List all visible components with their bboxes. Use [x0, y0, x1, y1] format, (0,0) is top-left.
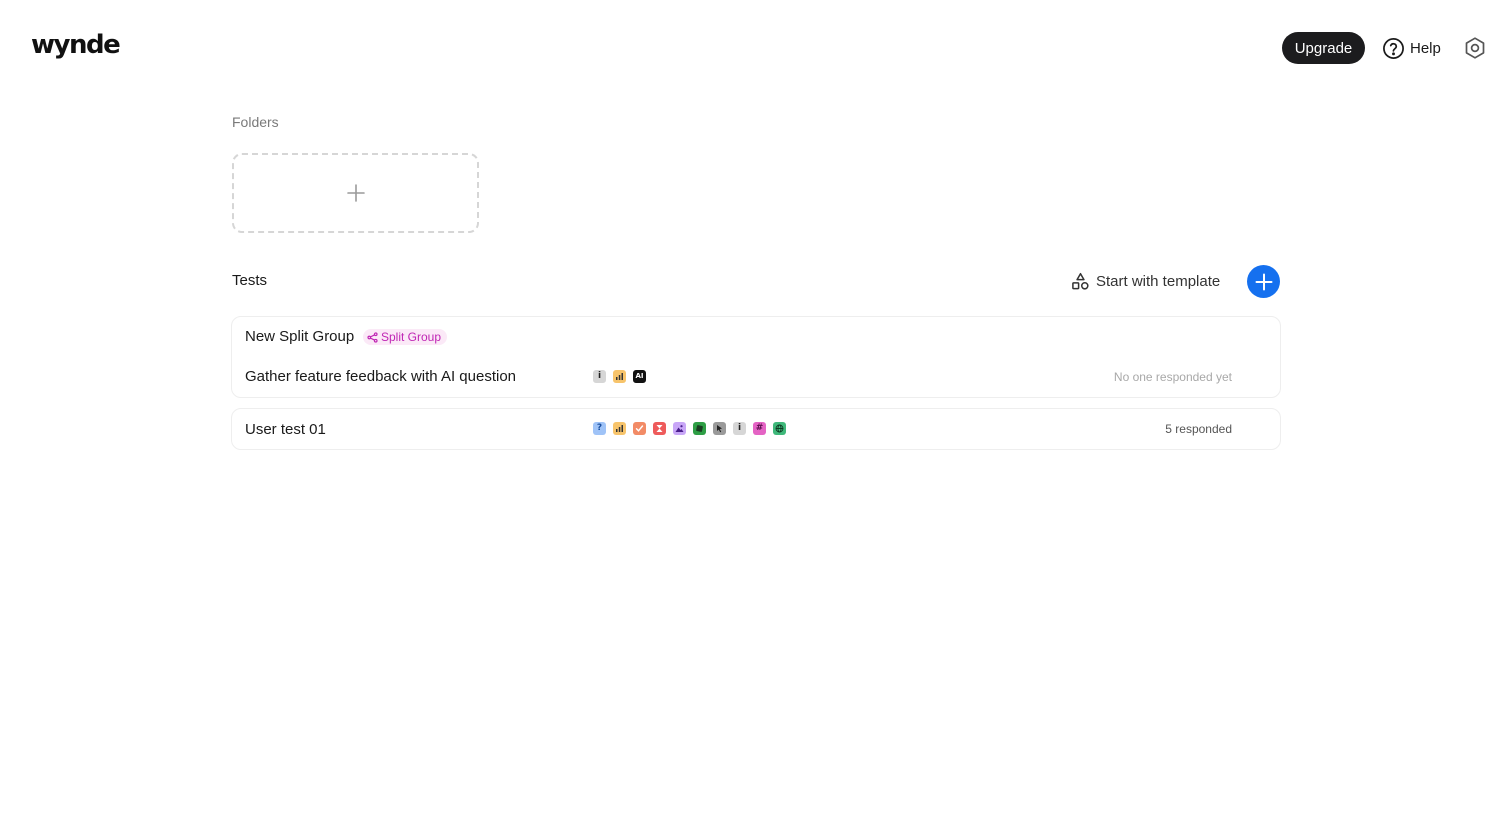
hash-icon: # [753, 422, 766, 435]
info-icon: i [593, 370, 606, 383]
settings-icon [1465, 37, 1485, 59]
shapes-icon [1072, 272, 1089, 290]
test-card[interactable]: User test 01 ? i # 5 responded [231, 408, 1281, 450]
plus-icon [1255, 273, 1272, 290]
hourglass-icon [653, 422, 666, 435]
globe-icon [773, 422, 786, 435]
start-with-template-label: Start with template [1096, 272, 1221, 290]
folders-heading: Folders [232, 114, 279, 130]
plus-icon [346, 184, 365, 202]
add-test-button[interactable] [1247, 265, 1280, 298]
help-button[interactable]: Help [1382, 36, 1441, 60]
help-icon [1383, 37, 1404, 59]
response-status: 5 responded [1165, 422, 1232, 436]
checkmark-icon [633, 422, 646, 435]
split-group-badge: Split Group [363, 329, 448, 345]
split-group-badge-label: Split Group [381, 330, 442, 344]
upgrade-button[interactable]: Upgrade [1282, 32, 1365, 64]
test-title[interactable]: Gather feature feedback with AI question [245, 368, 516, 385]
image-icon [673, 422, 686, 435]
info-icon: i [733, 422, 746, 435]
split-group-title[interactable]: New Split Group [245, 328, 354, 345]
bar-chart-icon [613, 422, 626, 435]
ai-icon: AI [633, 370, 646, 383]
wynde-logo[interactable]: wynde [31, 30, 121, 60]
new-folder-button[interactable] [232, 153, 479, 233]
start-with-template-button[interactable]: Start with template [1071, 268, 1220, 294]
split-group-card[interactable]: New Split Group Split Group Gather featu… [231, 316, 1281, 398]
bar-chart-icon [613, 370, 626, 383]
question-type-icons: i AI [593, 370, 646, 383]
app-header: wynde Upgrade Help [0, 0, 1512, 96]
help-label: Help [1410, 39, 1441, 57]
settings-button[interactable] [1463, 36, 1487, 60]
question-type-icons: ? i # [593, 422, 786, 435]
tests-heading: Tests [232, 272, 268, 289]
response-status: No one responded yet [1113, 370, 1232, 384]
cursor-icon [713, 422, 726, 435]
question-icon: ? [593, 422, 606, 435]
test-title[interactable]: User test 01 [245, 421, 326, 438]
split-icon [367, 331, 378, 343]
card-sort-icon [693, 422, 706, 435]
